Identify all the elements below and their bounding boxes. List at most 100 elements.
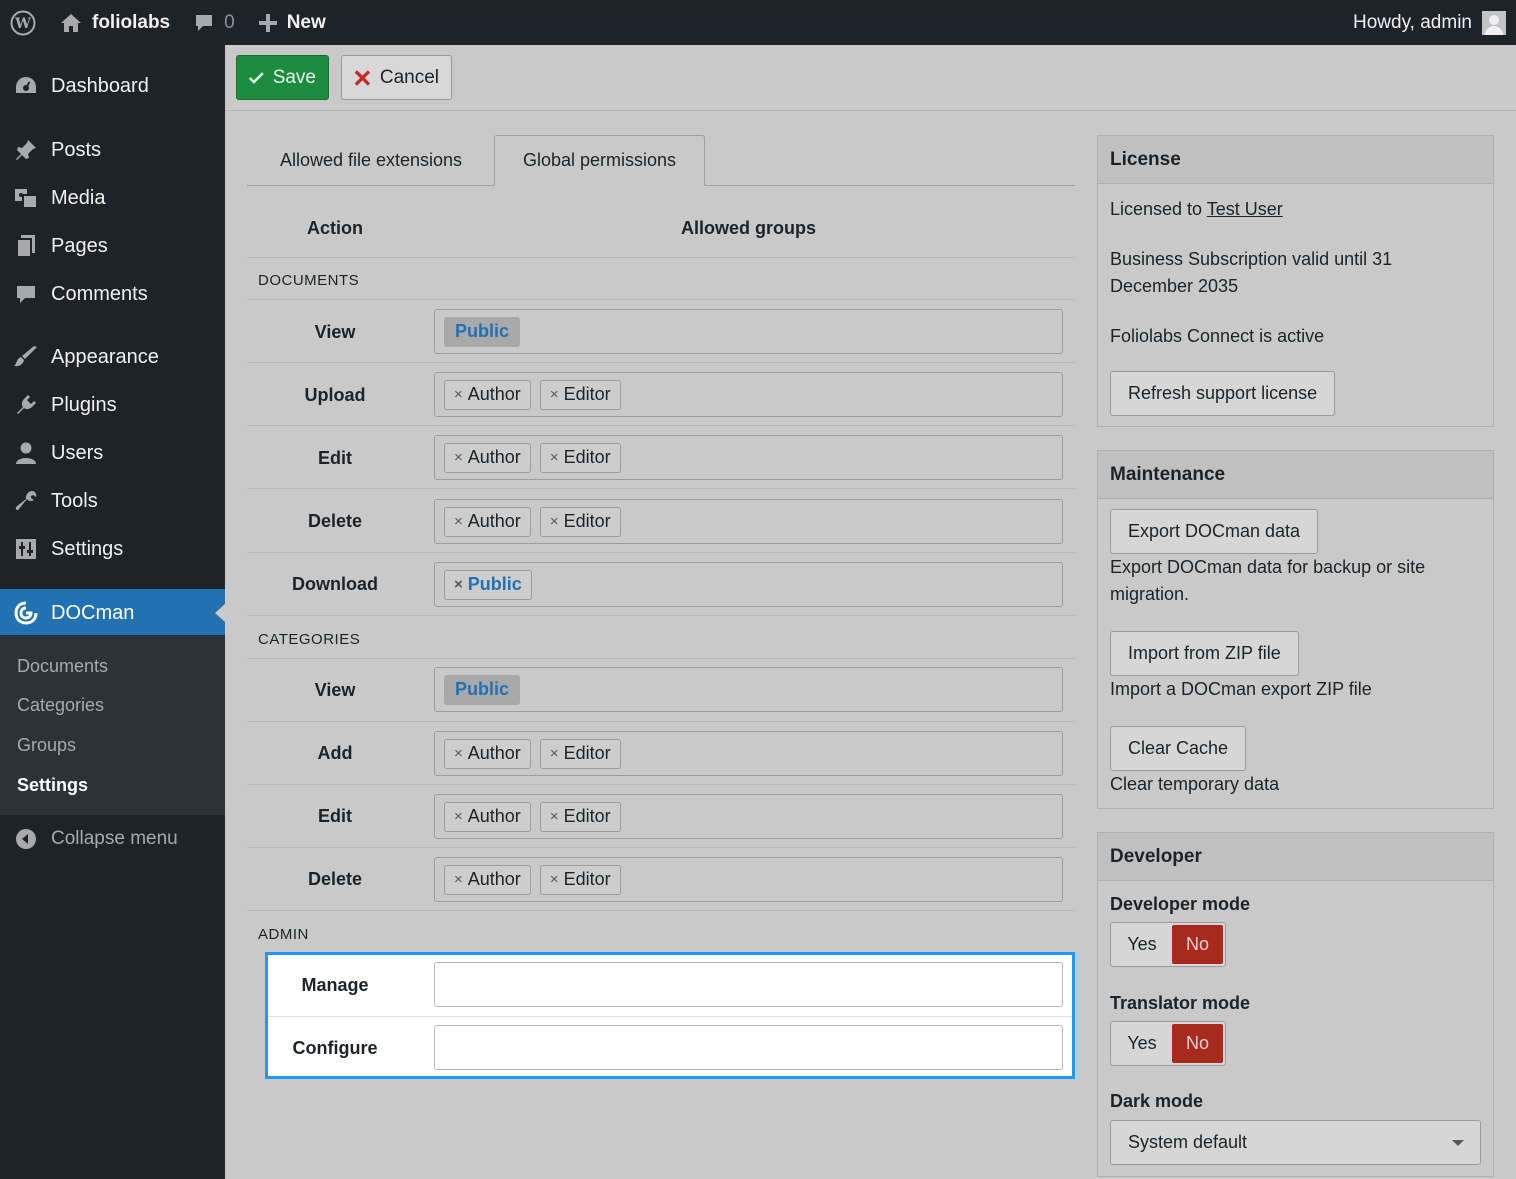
developer-mode-label: Developer mode: [1110, 894, 1251, 914]
new-content-link[interactable]: New: [247, 0, 338, 45]
groups-field-admin-configure[interactable]: [434, 1025, 1063, 1070]
group-chip-label: Editor: [563, 447, 611, 467]
remove-group-icon[interactable]: ×: [550, 871, 559, 888]
admin-sidebar: Dashboard Posts Media Pages Comments App…: [0, 45, 225, 1179]
remove-group-icon[interactable]: ×: [550, 808, 559, 825]
remove-group-icon[interactable]: ×: [550, 745, 559, 762]
remove-group-icon[interactable]: ×: [550, 449, 559, 466]
sidebar-item-dashboard[interactable]: Dashboard: [0, 62, 225, 110]
export-docman-data-button[interactable]: Export DOCman data: [1110, 509, 1319, 554]
row-divider: [247, 425, 1075, 426]
toggle-yes-option[interactable]: Yes: [1111, 1033, 1173, 1054]
action-label-categories-add: Add: [317, 743, 353, 763]
group-chip-label: Author: [467, 384, 521, 404]
section-documents: DOCUMENTS: [258, 272, 360, 289]
groups-field-documents-edit[interactable]: × Author × Editor: [434, 435, 1063, 480]
submenu-item-settings[interactable]: Settings: [17, 775, 88, 796]
group-chip-public: × Public: [444, 569, 532, 600]
groups-field-documents-download[interactable]: × Public: [434, 562, 1063, 607]
toggle-yes-option[interactable]: Yes: [1111, 934, 1173, 955]
groups-field-documents-view[interactable]: Public: [434, 309, 1063, 354]
sidebar-item-label: Plugins: [51, 393, 117, 416]
developer-mode-toggle[interactable]: Yes No: [1110, 922, 1226, 967]
row-divider: [247, 257, 1075, 258]
group-chip-editor: × Editor: [539, 379, 621, 410]
remove-group-icon[interactable]: ×: [454, 513, 463, 530]
groups-field-admin-manage[interactable]: [434, 962, 1063, 1007]
submenu-item-groups[interactable]: Groups: [17, 735, 76, 756]
wordpress-logo-icon[interactable]: W: [0, 0, 46, 45]
clear-cache-button[interactable]: Clear Cache: [1110, 726, 1247, 771]
remove-group-icon[interactable]: ×: [454, 871, 463, 888]
user-icon: [0, 441, 51, 465]
action-label-categories-view: View: [314, 680, 356, 700]
group-chip-author: × Author: [444, 864, 531, 895]
groups-field-categories-edit[interactable]: × Author × Editor: [434, 794, 1063, 839]
refresh-support-license-button[interactable]: Refresh support license: [1110, 371, 1336, 416]
groups-field-categories-view[interactable]: Public: [434, 667, 1063, 712]
sidebar-item-posts[interactable]: Posts: [0, 126, 225, 174]
row-divider: [247, 299, 1075, 300]
submenu-item-documents[interactable]: Documents: [17, 656, 108, 677]
sidebar-item-docman[interactable]: DOCman: [0, 589, 225, 637]
import-description: Import a DOCman export ZIP file: [1110, 679, 1372, 699]
groups-field-documents-delete[interactable]: × Author × Editor: [434, 499, 1063, 544]
sidebar-item-appearance[interactable]: Appearance: [0, 333, 225, 381]
row-divider: [247, 784, 1075, 785]
action-label-documents-view: View: [314, 322, 356, 342]
toggle-no-option[interactable]: No: [1172, 925, 1223, 964]
sidebar-item-plugins[interactable]: Plugins: [0, 381, 225, 429]
site-name-link[interactable]: foliolabs: [46, 0, 182, 45]
group-chip-label: Editor: [563, 869, 611, 889]
remove-group-icon[interactable]: ×: [454, 449, 463, 466]
translator-mode-toggle[interactable]: Yes No: [1110, 1021, 1226, 1066]
plus-icon: [258, 13, 277, 32]
row-divider: [247, 910, 1075, 911]
remove-group-icon[interactable]: ×: [454, 745, 463, 762]
sidebar-item-comments[interactable]: Comments: [0, 270, 225, 318]
remove-group-icon[interactable]: ×: [550, 386, 559, 403]
import-zip-button[interactable]: Import from ZIP file: [1110, 631, 1299, 676]
row-divider: [247, 552, 1075, 553]
groups-field-documents-upload[interactable]: × Author × Editor: [434, 372, 1063, 417]
toggle-no-option[interactable]: No: [1172, 1024, 1223, 1063]
media-icon: [0, 186, 51, 210]
wrench-icon: [0, 489, 51, 513]
groups-field-categories-delete[interactable]: × Author × Editor: [434, 857, 1063, 902]
dark-mode-value: System default: [1128, 1132, 1248, 1152]
remove-group-icon[interactable]: ×: [454, 576, 463, 593]
remove-group-icon[interactable]: ×: [454, 386, 463, 403]
cancel-button[interactable]: Cancel: [341, 55, 452, 100]
group-chip-label: Author: [467, 511, 521, 531]
avatar: [1482, 10, 1506, 35]
sidebar-item-tools[interactable]: Tools: [0, 477, 225, 525]
sidebar-item-media[interactable]: Media: [0, 174, 225, 222]
save-button[interactable]: Save: [236, 55, 329, 100]
group-chip-author: × Author: [444, 506, 531, 537]
licensed-user-link[interactable]: Test User: [1207, 199, 1283, 219]
sidebar-item-settings[interactable]: Settings: [0, 525, 225, 573]
remove-group-icon[interactable]: ×: [550, 513, 559, 530]
dark-mode-select[interactable]: System default: [1110, 1120, 1481, 1165]
groups-field-categories-add[interactable]: × Author × Editor: [434, 731, 1063, 776]
tab-global-permissions[interactable]: Global permissions: [494, 135, 705, 186]
sidebar-item-label: Media: [51, 186, 106, 209]
license-panel: License Licensed to Test User Business S…: [1097, 135, 1494, 427]
tab-allowed-file-extensions[interactable]: Allowed file extensions: [248, 135, 494, 186]
new-label: New: [286, 11, 326, 33]
group-chip-editor: × Editor: [539, 864, 621, 895]
comments-link[interactable]: 0: [182, 0, 247, 45]
sidebar-item-pages[interactable]: Pages: [0, 222, 225, 270]
action-label-documents-upload: Upload: [304, 385, 366, 405]
action-label-documents-edit: Edit: [318, 448, 352, 468]
account-menu[interactable]: Howdy, admin: [1353, 0, 1516, 45]
row-divider: [268, 1016, 1072, 1017]
developer-panel-title: Developer: [1098, 833, 1493, 881]
group-chip-editor: × Editor: [539, 506, 621, 537]
sidebar-item-users[interactable]: Users: [0, 429, 225, 477]
collapse-menu-button[interactable]: Collapse menu: [0, 815, 225, 863]
developer-panel: Developer Developer mode Yes No Translat…: [1097, 832, 1494, 1177]
submenu-item-categories[interactable]: Categories: [17, 695, 104, 716]
remove-group-icon[interactable]: ×: [454, 808, 463, 825]
licensed-prefix: Licensed to: [1110, 199, 1203, 219]
